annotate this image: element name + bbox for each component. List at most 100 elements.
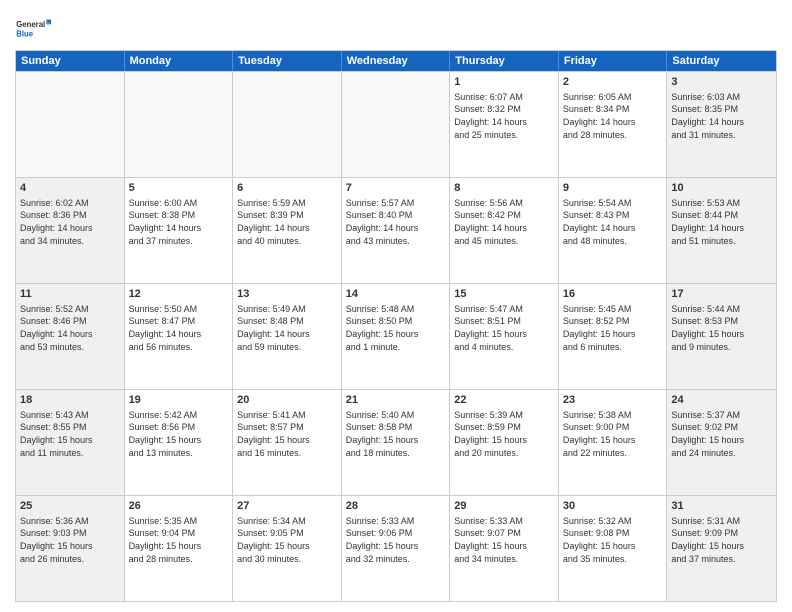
page: General Blue SundayMondayTuesdayWednesda… bbox=[0, 0, 792, 612]
day-number: 13 bbox=[237, 287, 337, 302]
day-info: Sunrise: 5:40 AM Sunset: 8:58 PM Dayligh… bbox=[346, 409, 446, 459]
day-cell-12: 12Sunrise: 5:50 AM Sunset: 8:47 PM Dayli… bbox=[125, 284, 234, 389]
day-number: 12 bbox=[129, 287, 229, 302]
day-cell-26: 26Sunrise: 5:35 AM Sunset: 9:04 PM Dayli… bbox=[125, 496, 234, 601]
day-info: Sunrise: 5:50 AM Sunset: 8:47 PM Dayligh… bbox=[129, 303, 229, 353]
day-cell-25: 25Sunrise: 5:36 AM Sunset: 9:03 PM Dayli… bbox=[16, 496, 125, 601]
day-headers: SundayMondayTuesdayWednesdayThursdayFrid… bbox=[16, 51, 776, 71]
day-info: Sunrise: 5:38 AM Sunset: 9:00 PM Dayligh… bbox=[563, 409, 663, 459]
day-number: 2 bbox=[563, 75, 663, 90]
day-info: Sunrise: 5:47 AM Sunset: 8:51 PM Dayligh… bbox=[454, 303, 554, 353]
day-number: 7 bbox=[346, 181, 446, 196]
day-cell-15: 15Sunrise: 5:47 AM Sunset: 8:51 PM Dayli… bbox=[450, 284, 559, 389]
day-number: 1 bbox=[454, 75, 554, 90]
header: General Blue bbox=[15, 10, 777, 46]
day-number: 11 bbox=[20, 287, 120, 302]
day-header-saturday: Saturday bbox=[667, 51, 776, 71]
day-cell-29: 29Sunrise: 5:33 AM Sunset: 9:07 PM Dayli… bbox=[450, 496, 559, 601]
day-number: 30 bbox=[563, 499, 663, 514]
day-cell-empty bbox=[233, 72, 342, 177]
day-number: 22 bbox=[454, 393, 554, 408]
day-cell-18: 18Sunrise: 5:43 AM Sunset: 8:55 PM Dayli… bbox=[16, 390, 125, 495]
day-info: Sunrise: 5:53 AM Sunset: 8:44 PM Dayligh… bbox=[671, 197, 772, 247]
day-cell-8: 8Sunrise: 5:56 AM Sunset: 8:42 PM Daylig… bbox=[450, 178, 559, 283]
day-number: 14 bbox=[346, 287, 446, 302]
day-info: Sunrise: 5:35 AM Sunset: 9:04 PM Dayligh… bbox=[129, 515, 229, 565]
day-number: 21 bbox=[346, 393, 446, 408]
day-number: 27 bbox=[237, 499, 337, 514]
day-cell-24: 24Sunrise: 5:37 AM Sunset: 9:02 PM Dayli… bbox=[667, 390, 776, 495]
day-cell-30: 30Sunrise: 5:32 AM Sunset: 9:08 PM Dayli… bbox=[559, 496, 668, 601]
logo: General Blue bbox=[15, 10, 51, 46]
calendar: SundayMondayTuesdayWednesdayThursdayFrid… bbox=[15, 50, 777, 602]
day-cell-empty bbox=[342, 72, 451, 177]
day-info: Sunrise: 5:33 AM Sunset: 9:07 PM Dayligh… bbox=[454, 515, 554, 565]
day-header-monday: Monday bbox=[125, 51, 234, 71]
day-cell-empty bbox=[16, 72, 125, 177]
day-number: 31 bbox=[671, 499, 772, 514]
day-info: Sunrise: 6:05 AM Sunset: 8:34 PM Dayligh… bbox=[563, 91, 663, 141]
day-number: 20 bbox=[237, 393, 337, 408]
week-row-4: 18Sunrise: 5:43 AM Sunset: 8:55 PM Dayli… bbox=[16, 389, 776, 495]
day-header-tuesday: Tuesday bbox=[233, 51, 342, 71]
day-number: 3 bbox=[671, 75, 772, 90]
day-number: 29 bbox=[454, 499, 554, 514]
day-number: 18 bbox=[20, 393, 120, 408]
day-info: Sunrise: 5:48 AM Sunset: 8:50 PM Dayligh… bbox=[346, 303, 446, 353]
day-cell-17: 17Sunrise: 5:44 AM Sunset: 8:53 PM Dayli… bbox=[667, 284, 776, 389]
day-number: 19 bbox=[129, 393, 229, 408]
day-cell-3: 3Sunrise: 6:03 AM Sunset: 8:35 PM Daylig… bbox=[667, 72, 776, 177]
day-cell-13: 13Sunrise: 5:49 AM Sunset: 8:48 PM Dayli… bbox=[233, 284, 342, 389]
day-info: Sunrise: 5:49 AM Sunset: 8:48 PM Dayligh… bbox=[237, 303, 337, 353]
day-info: Sunrise: 5:41 AM Sunset: 8:57 PM Dayligh… bbox=[237, 409, 337, 459]
day-info: Sunrise: 5:36 AM Sunset: 9:03 PM Dayligh… bbox=[20, 515, 120, 565]
day-info: Sunrise: 5:39 AM Sunset: 8:59 PM Dayligh… bbox=[454, 409, 554, 459]
day-info: Sunrise: 5:32 AM Sunset: 9:08 PM Dayligh… bbox=[563, 515, 663, 565]
day-info: Sunrise: 5:43 AM Sunset: 8:55 PM Dayligh… bbox=[20, 409, 120, 459]
day-cell-31: 31Sunrise: 5:31 AM Sunset: 9:09 PM Dayli… bbox=[667, 496, 776, 601]
day-info: Sunrise: 6:07 AM Sunset: 8:32 PM Dayligh… bbox=[454, 91, 554, 141]
day-info: Sunrise: 5:42 AM Sunset: 8:56 PM Dayligh… bbox=[129, 409, 229, 459]
day-cell-21: 21Sunrise: 5:40 AM Sunset: 8:58 PM Dayli… bbox=[342, 390, 451, 495]
day-cell-27: 27Sunrise: 5:34 AM Sunset: 9:05 PM Dayli… bbox=[233, 496, 342, 601]
day-info: Sunrise: 5:57 AM Sunset: 8:40 PM Dayligh… bbox=[346, 197, 446, 247]
day-number: 23 bbox=[563, 393, 663, 408]
day-number: 15 bbox=[454, 287, 554, 302]
day-number: 9 bbox=[563, 181, 663, 196]
day-number: 6 bbox=[237, 181, 337, 196]
week-row-3: 11Sunrise: 5:52 AM Sunset: 8:46 PM Dayli… bbox=[16, 283, 776, 389]
day-cell-2: 2Sunrise: 6:05 AM Sunset: 8:34 PM Daylig… bbox=[559, 72, 668, 177]
day-cell-4: 4Sunrise: 6:02 AM Sunset: 8:36 PM Daylig… bbox=[16, 178, 125, 283]
day-number: 26 bbox=[129, 499, 229, 514]
day-info: Sunrise: 6:00 AM Sunset: 8:38 PM Dayligh… bbox=[129, 197, 229, 247]
day-info: Sunrise: 5:31 AM Sunset: 9:09 PM Dayligh… bbox=[671, 515, 772, 565]
week-row-2: 4Sunrise: 6:02 AM Sunset: 8:36 PM Daylig… bbox=[16, 177, 776, 283]
week-row-5: 25Sunrise: 5:36 AM Sunset: 9:03 PM Dayli… bbox=[16, 495, 776, 601]
day-cell-22: 22Sunrise: 5:39 AM Sunset: 8:59 PM Dayli… bbox=[450, 390, 559, 495]
day-cell-7: 7Sunrise: 5:57 AM Sunset: 8:40 PM Daylig… bbox=[342, 178, 451, 283]
day-cell-6: 6Sunrise: 5:59 AM Sunset: 8:39 PM Daylig… bbox=[233, 178, 342, 283]
day-info: Sunrise: 5:33 AM Sunset: 9:06 PM Dayligh… bbox=[346, 515, 446, 565]
day-cell-28: 28Sunrise: 5:33 AM Sunset: 9:06 PM Dayli… bbox=[342, 496, 451, 601]
day-info: Sunrise: 6:02 AM Sunset: 8:36 PM Dayligh… bbox=[20, 197, 120, 247]
day-info: Sunrise: 5:59 AM Sunset: 8:39 PM Dayligh… bbox=[237, 197, 337, 247]
day-number: 10 bbox=[671, 181, 772, 196]
svg-text:General: General bbox=[16, 20, 45, 29]
day-cell-10: 10Sunrise: 5:53 AM Sunset: 8:44 PM Dayli… bbox=[667, 178, 776, 283]
day-info: Sunrise: 5:34 AM Sunset: 9:05 PM Dayligh… bbox=[237, 515, 337, 565]
day-number: 28 bbox=[346, 499, 446, 514]
day-number: 8 bbox=[454, 181, 554, 196]
day-info: Sunrise: 5:54 AM Sunset: 8:43 PM Dayligh… bbox=[563, 197, 663, 247]
day-cell-16: 16Sunrise: 5:45 AM Sunset: 8:52 PM Dayli… bbox=[559, 284, 668, 389]
day-cell-empty bbox=[125, 72, 234, 177]
day-number: 4 bbox=[20, 181, 120, 196]
day-header-sunday: Sunday bbox=[16, 51, 125, 71]
day-info: Sunrise: 5:56 AM Sunset: 8:42 PM Dayligh… bbox=[454, 197, 554, 247]
day-number: 17 bbox=[671, 287, 772, 302]
day-header-thursday: Thursday bbox=[450, 51, 559, 71]
day-number: 24 bbox=[671, 393, 772, 408]
day-cell-11: 11Sunrise: 5:52 AM Sunset: 8:46 PM Dayli… bbox=[16, 284, 125, 389]
day-cell-19: 19Sunrise: 5:42 AM Sunset: 8:56 PM Dayli… bbox=[125, 390, 234, 495]
day-cell-23: 23Sunrise: 5:38 AM Sunset: 9:00 PM Dayli… bbox=[559, 390, 668, 495]
day-cell-5: 5Sunrise: 6:00 AM Sunset: 8:38 PM Daylig… bbox=[125, 178, 234, 283]
